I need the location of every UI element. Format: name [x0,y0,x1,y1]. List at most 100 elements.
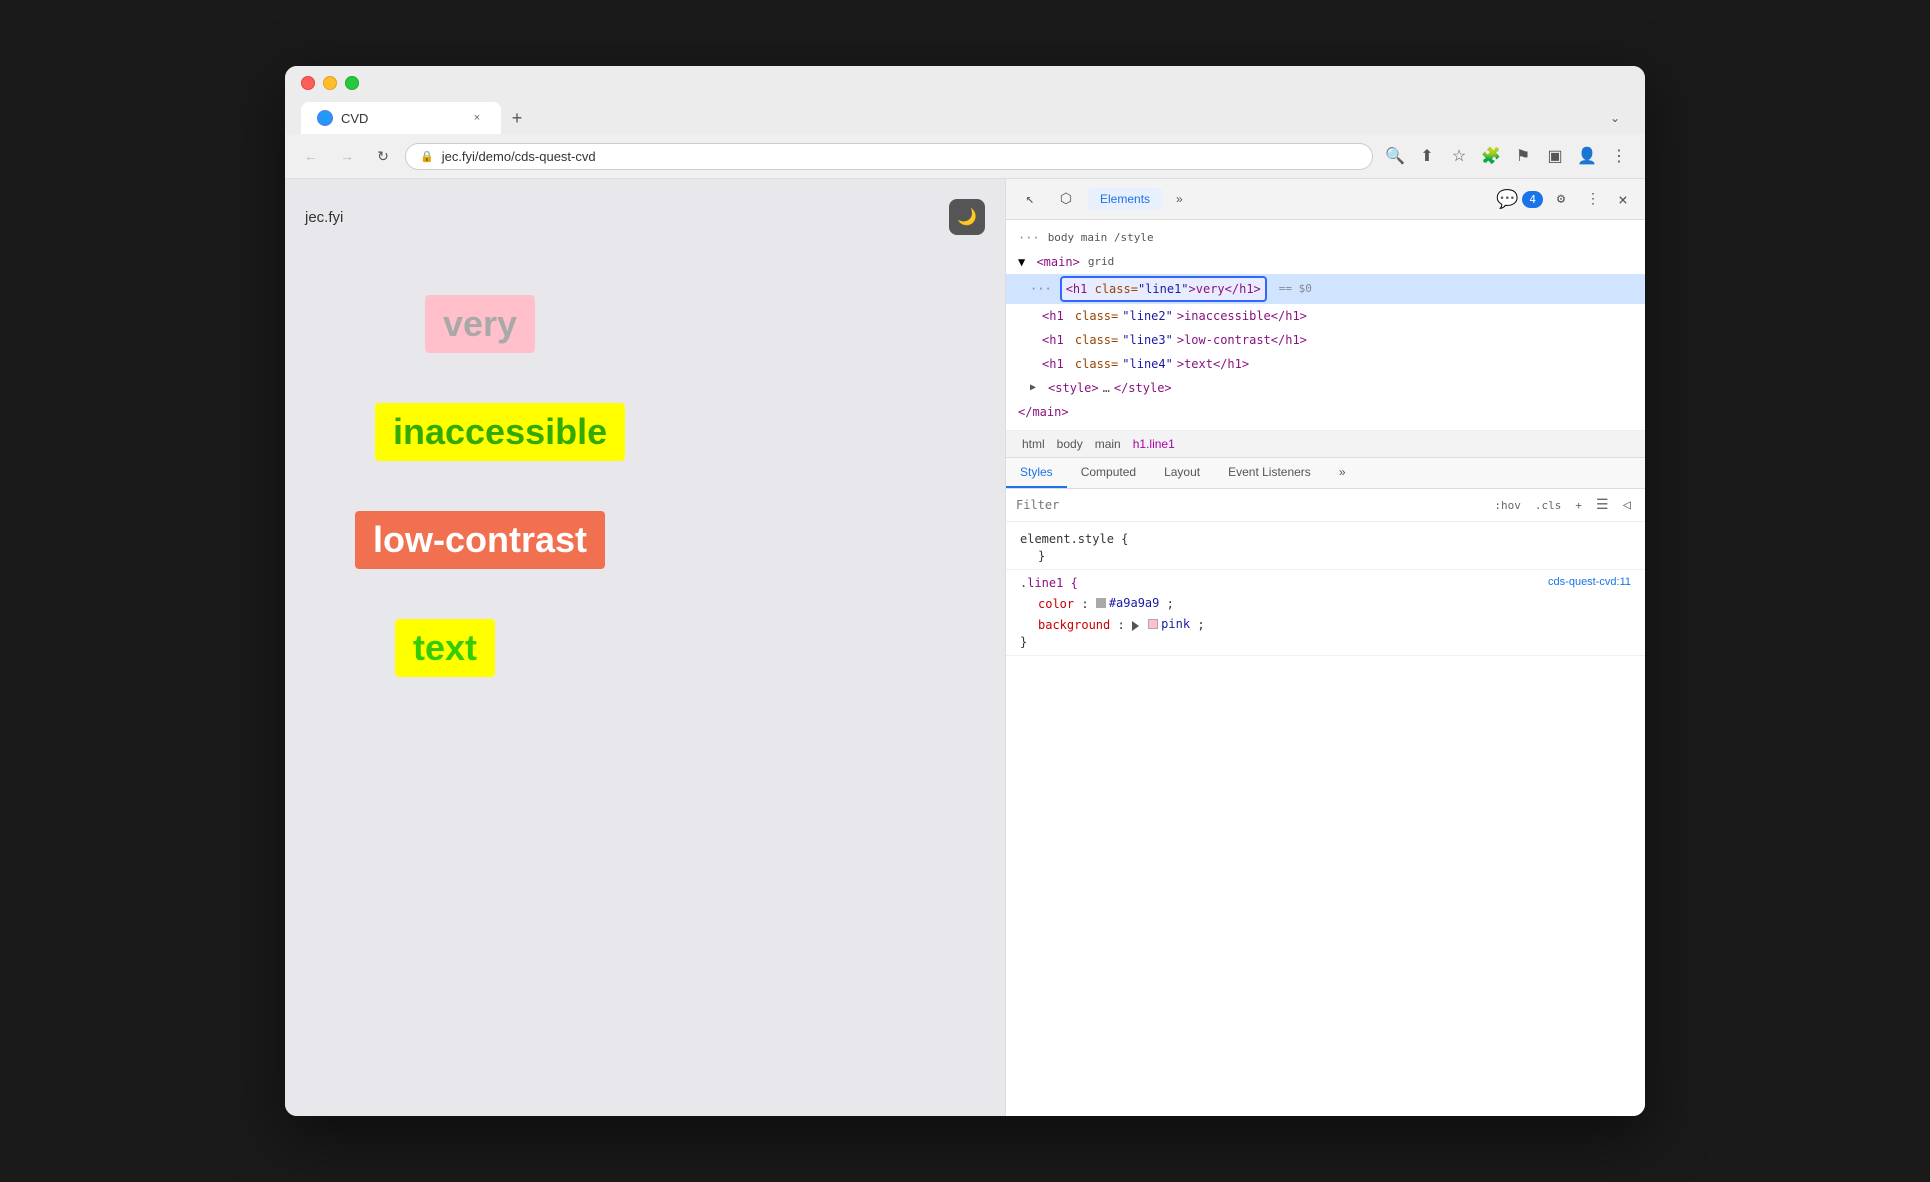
tab-styles[interactable]: Styles [1006,458,1067,488]
back-icon: ← [304,148,318,164]
expand-style-arrow: ▶ [1030,378,1042,398]
flag-button[interactable]: ⚑ [1509,142,1537,170]
element-style-rule: element.style { } [1006,526,1645,570]
breadcrumb-main[interactable]: main [1091,435,1125,453]
page-content: jec.fyi 🌙 very inaccessible low-contrast… [285,179,1005,1116]
rule-close: } [1020,635,1631,649]
class-attr-value: "line1" [1138,279,1189,299]
element-style-selector: element.style { [1020,532,1631,546]
background-swatch[interactable] [1148,619,1158,629]
bookmark-button[interactable]: ☆ [1445,142,1473,170]
flag-icon: ⚑ [1516,146,1530,166]
forward-icon: → [340,148,354,164]
h1-open-tag: <h1 [1066,279,1095,299]
line1-rule: cds-quest-cvd:11 .line1 { color : #a9a9a… [1006,570,1645,656]
search-icon: 🔍 [1385,146,1405,166]
browser-tab[interactable]: 🌐 CVD × [301,102,501,134]
devtools-toolbar: ↖ ⬡ Elements » 💬 4 ⚙ [1006,179,1645,220]
more-actions-button[interactable]: ⋮ [1579,185,1607,213]
dark-mode-button[interactable]: 🌙 [949,199,985,235]
site-title: jec.fyi [305,209,343,226]
expand-background-icon[interactable] [1132,621,1139,631]
cls-filter[interactable]: .cls [1531,497,1566,514]
selected-element-highlight: <h1 class= "line1" >very</h1> [1060,276,1267,302]
device-icon: ⬡ [1060,191,1072,207]
dom-above: body main /style [1048,228,1154,248]
tab-close-button[interactable]: × [469,110,485,126]
color-property: color : #a9a9a9 ; [1020,593,1631,614]
share-button[interactable]: ⬆ [1413,142,1441,170]
forward-button[interactable]: → [333,142,361,170]
styles-filter-input[interactable] [1016,498,1490,512]
tab-overflow-button[interactable]: ⌄ [1601,104,1629,132]
selector-text: .line1 { [1020,576,1078,590]
tab-computed[interactable]: Computed [1067,458,1150,488]
address-bar[interactable]: 🔒 jec.fyi/demo/cds-quest-cvd [405,143,1373,170]
toggle-sidebar-button[interactable]: ◁ [1619,495,1635,515]
hov-filter[interactable]: :hov [1490,497,1525,514]
tab-elements[interactable]: Elements [1088,188,1162,210]
dom-h1-line4[interactable]: <h1 class= "line4" >text</h1> [1006,352,1645,376]
dom-main-line[interactable]: ▼ <main> grid [1006,250,1645,274]
add-style-button[interactable]: + [1571,497,1586,514]
tab-event-listeners[interactable]: Event Listeners [1214,458,1325,488]
word-very: very [425,295,535,353]
breadcrumb-body[interactable]: body [1053,435,1087,453]
styles-panel: Styles Computed Layout Event Listeners »… [1006,458,1645,1116]
filter-actions: :hov .cls + ☰ ◁ [1490,495,1635,515]
menu-button[interactable]: ⋮ [1605,142,1633,170]
dom-style-line[interactable]: ▶ <style> … </style> [1006,376,1645,400]
breadcrumb-bar: html body main h1.line1 [1006,431,1645,458]
expand-arrow: ▼ [1018,252,1032,272]
tab-layout[interactable]: Layout [1150,458,1214,488]
demo-words: very inaccessible low-contrast text [305,275,985,677]
back-button[interactable]: ← [297,142,325,170]
breadcrumb-html[interactable]: html [1018,435,1049,453]
maximize-window-button[interactable] [345,76,359,90]
css-rules: element.style { } cds-quest-cvd:11 .line… [1006,522,1645,1116]
close-window-button[interactable] [301,76,315,90]
class-attr-name: class= [1095,279,1138,299]
origin-link[interactable]: cds-quest-cvd:11 [1548,576,1631,588]
moon-icon: 🌙 [957,207,977,227]
word-inaccessible: inaccessible [375,403,625,461]
word-text: text [395,619,495,677]
settings-button[interactable]: ⚙ [1547,185,1575,213]
cursor-icon: ↖ [1026,191,1034,207]
h1-line2-tag: <h1 [1042,306,1071,326]
share-icon: ⬆ [1420,146,1433,166]
dom-h1-line3[interactable]: <h1 class= "line3" >low-contrast</h1> [1006,328,1645,352]
url-text: jec.fyi/demo/cds-quest-cvd [442,149,596,164]
more-icon: ⋮ [1611,146,1627,166]
extensions-button[interactable]: 🧩 [1477,142,1505,170]
minimize-window-button[interactable] [323,76,337,90]
dom-main-close[interactable]: </main> [1006,400,1645,424]
dots-indicator: ··· [1018,228,1040,248]
profile-icon: 👤 [1577,146,1597,166]
layout-button[interactable]: ▣ [1541,142,1569,170]
inspector-button[interactable]: ↖ [1016,185,1044,213]
dom-line: ··· body main /style [1006,226,1645,250]
tab-more-styles[interactable]: » [1325,458,1360,488]
dom-h1-line2[interactable]: <h1 class= "line2" >inaccessible</h1> [1006,304,1645,328]
browser-window: 🌐 CVD × + ⌄ ← → ↻ 🔒 jec.fyi/demo/cds-que… [285,66,1645,1116]
new-tab-button[interactable]: + [503,104,531,132]
main-pseudo: grid [1088,252,1115,272]
rule-close: } [1020,549,1631,563]
new-style-rule-button[interactable]: ☰ [1592,495,1613,515]
tab-more-panels[interactable]: » [1164,188,1195,210]
layout-icon: ▣ [1547,146,1562,166]
background-property: background : pink ; [1020,614,1631,635]
devtools-toolbar-right: 💬 4 ⚙ ⋮ × [1496,185,1635,213]
dom-h1-line1[interactable]: ··· <h1 class= "line1" >very</h1> == $0 [1006,274,1645,304]
refresh-button[interactable]: ↻ [369,142,397,170]
breadcrumb-h1[interactable]: h1.line1 [1129,435,1179,453]
dom-tree: ··· body main /style ▼ <main> grid ··· <… [1006,220,1645,431]
device-toggle-button[interactable]: ⬡ [1052,185,1080,213]
devtools-panel: ↖ ⬡ Elements » 💬 4 ⚙ [1005,179,1645,1116]
color-swatch[interactable] [1096,598,1106,608]
search-button[interactable]: 🔍 [1381,142,1409,170]
close-devtools-button[interactable]: × [1611,187,1635,211]
profile-button[interactable]: 👤 [1573,142,1601,170]
selector-text: element.style { [1020,532,1128,546]
